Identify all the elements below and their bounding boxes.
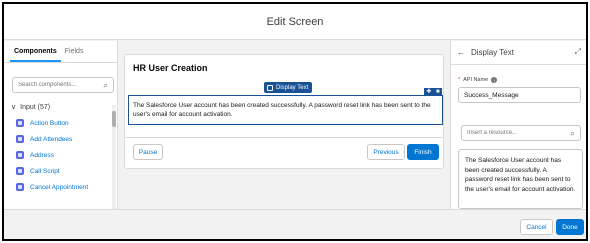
component-search-input[interactable]	[18, 82, 98, 88]
previous-button[interactable]: Previous	[367, 144, 405, 160]
tab-fields[interactable]: Fields	[61, 41, 88, 62]
sidebar-scrollbar[interactable]	[112, 105, 116, 209]
pause-button[interactable]: Pause	[133, 144, 163, 160]
panel-header: ← Display Text ⤢	[451, 41, 586, 65]
modal-header: Edit Screen	[4, 4, 586, 40]
display-text-component[interactable]: ✚ ■ The Salesforce User account has been…	[128, 88, 443, 125]
list-item[interactable]: Address	[16, 147, 112, 163]
list-item[interactable]: Action Button	[16, 115, 112, 131]
list-item-label: Add Attendees	[30, 135, 73, 143]
list-item-label: Address	[30, 151, 54, 159]
move-icon[interactable]: ✚	[426, 88, 431, 97]
search-icon: ⌕	[570, 129, 575, 138]
sidebar-tabs: Components Fields	[4, 41, 117, 63]
required-marker: *	[458, 77, 461, 83]
display-text-icon	[267, 84, 273, 91]
api-name-field[interactable]: Success_Message	[458, 87, 581, 103]
display-text-chip[interactable]: Display Text	[264, 82, 313, 93]
section-input-label: Input (57)	[20, 103, 51, 111]
delete-icon[interactable]: ■	[436, 88, 440, 97]
component-list: Action Button Add Attendees Address Call…	[16, 115, 112, 195]
list-item-label: Call Script	[30, 167, 60, 175]
finish-button[interactable]: Finish	[407, 144, 439, 160]
components-sidebar: Components Fields ⌕ ∨ Input (57) Action …	[4, 41, 118, 239]
rich-text-editor[interactable]: The Salesforce User account has been cre…	[458, 149, 583, 209]
chip-label: Display Text	[276, 84, 309, 91]
add-attendees-icon	[16, 135, 24, 143]
insert-resource[interactable]: ⌕	[461, 125, 581, 141]
section-input[interactable]: ∨ Input (57)	[11, 103, 51, 112]
tab-components[interactable]: Components	[10, 41, 61, 62]
screen-title: HR User Creation	[133, 63, 208, 73]
canvas-footer-divider	[125, 137, 443, 138]
info-icon[interactable]: i	[491, 77, 498, 83]
list-item-label: Action Button	[30, 119, 69, 127]
list-item[interactable]: Cancel Appointment	[16, 179, 112, 195]
modal-footer: Cancel Done	[4, 209, 586, 239]
chevron-down-icon: ∨	[11, 104, 17, 111]
back-arrow-icon[interactable]: ←	[457, 48, 465, 57]
call-script-icon	[16, 167, 24, 175]
scrollbar-thumb[interactable]	[112, 111, 116, 127]
search-icon: ⌕	[103, 81, 108, 90]
list-item[interactable]: Call Script	[16, 163, 112, 179]
action-button-icon	[16, 119, 24, 127]
list-item-label: Cancel Appointment	[30, 183, 89, 191]
insert-resource-input[interactable]	[467, 130, 562, 136]
properties-panel: ← Display Text ⤢ * API Name i Success_Me…	[450, 41, 586, 209]
expand-icon[interactable]: ⤢	[575, 47, 581, 57]
modal-title: Edit Screen	[266, 15, 324, 28]
display-text-content: The Salesforce User account has been cre…	[133, 102, 431, 118]
component-search[interactable]: ⌕	[12, 77, 114, 93]
address-icon	[16, 151, 24, 159]
edit-screen-window: Edit Screen Components Fields ⌕ ∨ Input …	[2, 2, 588, 241]
done-button[interactable]: Done	[556, 219, 584, 235]
cancel-button[interactable]: Cancel	[520, 219, 553, 235]
cancel-appointment-icon	[16, 183, 24, 191]
panel-title: Display Text	[471, 48, 514, 57]
component-tools: ✚ ■	[424, 88, 442, 96]
api-name-label: * API Name i	[458, 77, 498, 83]
list-item[interactable]: Add Attendees	[16, 131, 112, 147]
screen-canvas: HR User Creation Display Text ✚ ■ The Sa…	[124, 54, 444, 169]
api-name-label-text: API Name	[463, 77, 489, 83]
